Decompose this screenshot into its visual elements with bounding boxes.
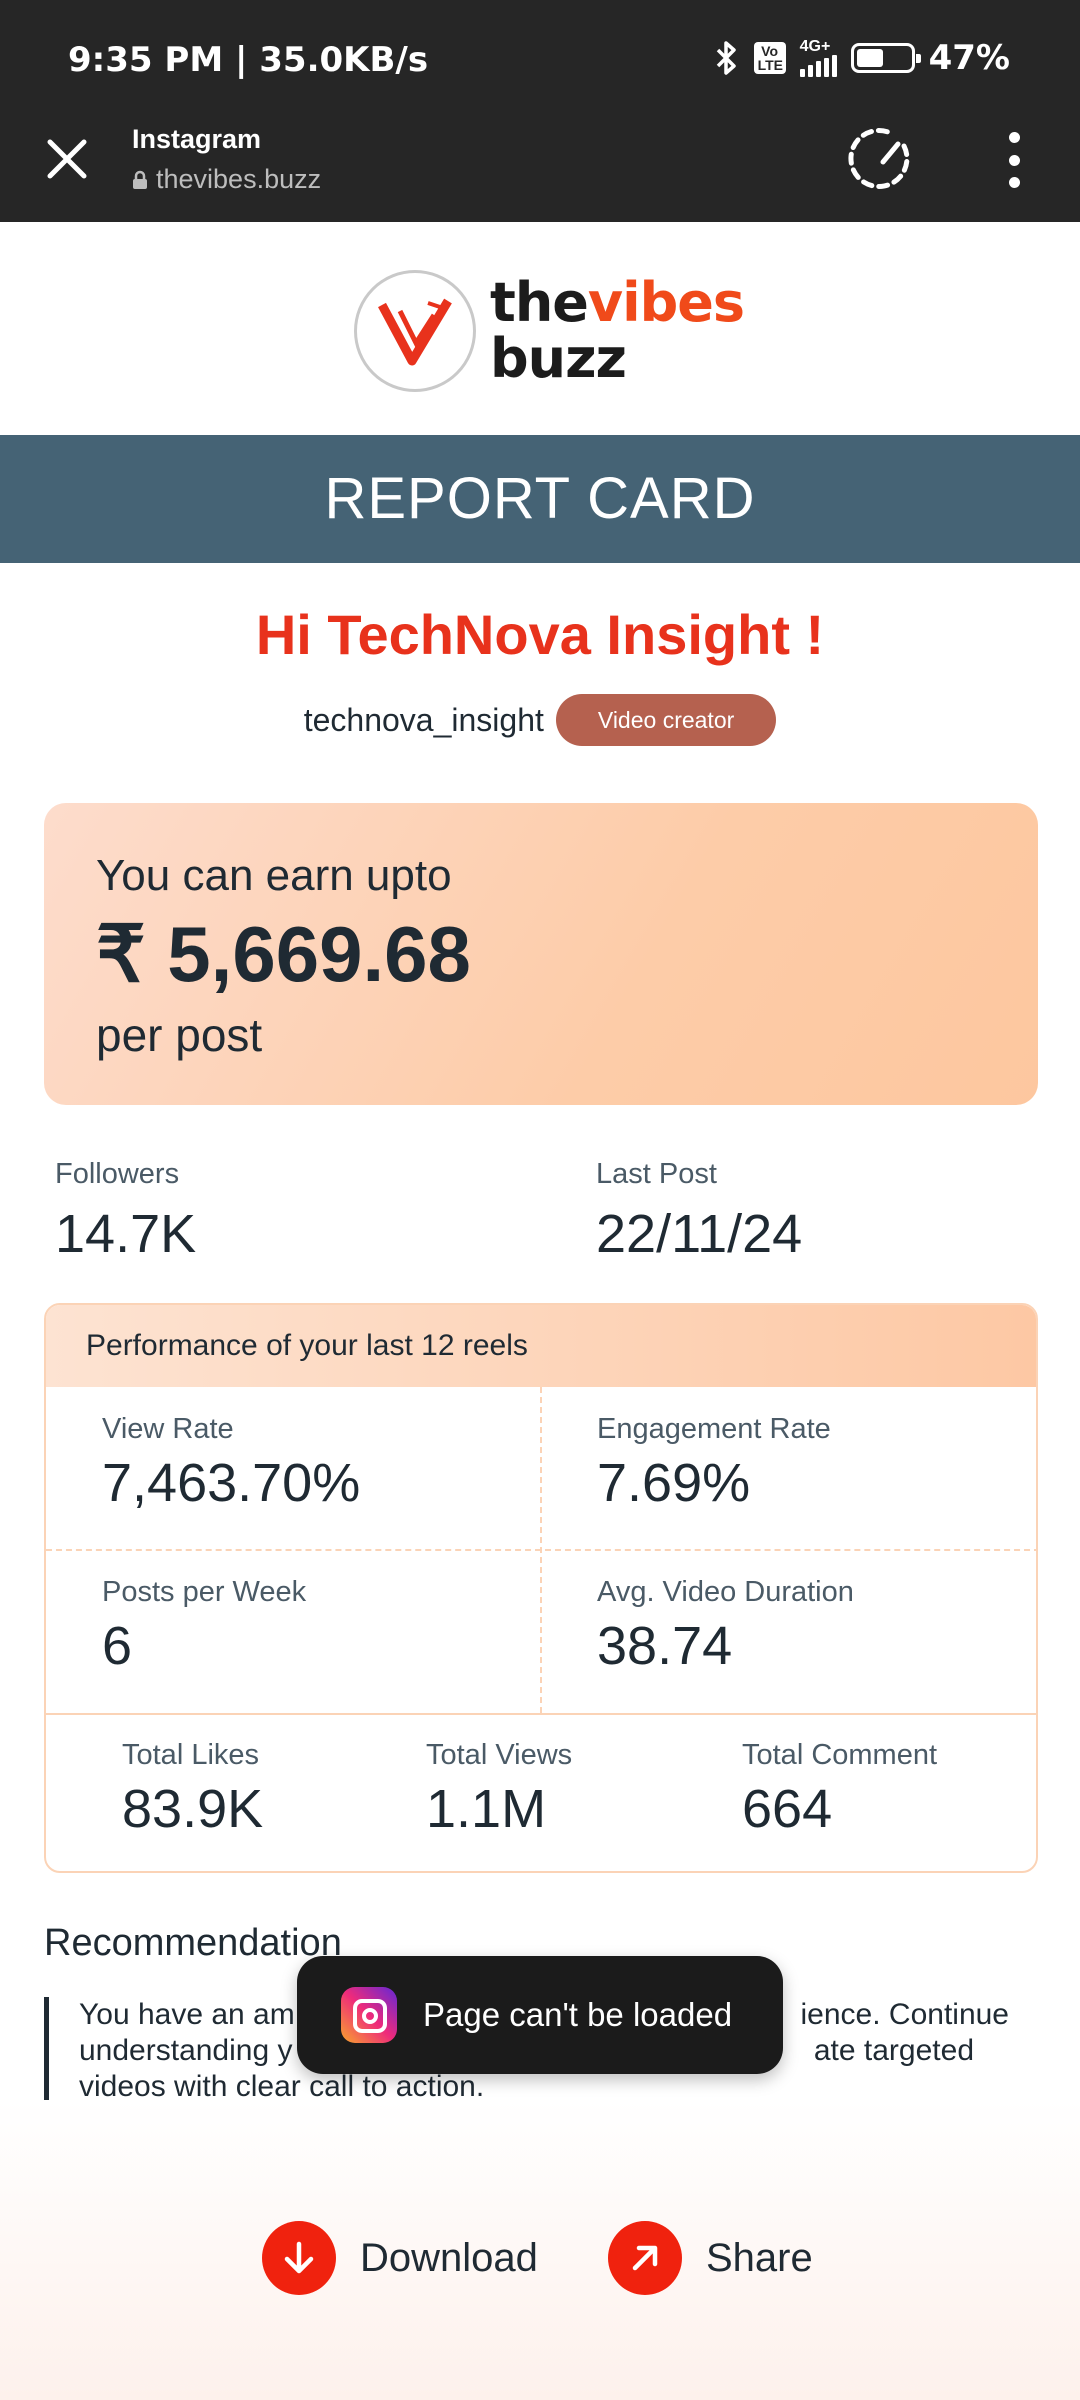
toast-message: Page can't be loaded: [423, 1996, 733, 2033]
arrow-up-right-icon: [608, 2221, 682, 2295]
download-button[interactable]: Download: [262, 2221, 538, 2295]
status-bar: 9:35 PM | 35.0KB/s Vo LTE 4G+ 47%: [0, 0, 1080, 124]
battery-percent: 47%: [928, 38, 1010, 78]
performance-panel: Performance of your last 12 reels View R…: [44, 1303, 1038, 1873]
greeting-title: Hi TechNova Insight !: [255, 603, 825, 666]
recommendation-title: Recommendation: [44, 1922, 342, 1964]
signal-icon: [799, 55, 837, 77]
network-label: 4G+: [799, 38, 831, 55]
status-icons: Vo LTE 4G+ 47%: [714, 38, 1010, 78]
brand-logo: thevibes buzz: [354, 270, 745, 392]
volte-icon: Vo LTE: [753, 42, 786, 74]
last-post-stat: Last Post 22/11/24: [596, 1158, 803, 1264]
download-label: Download: [360, 2235, 538, 2280]
total-views-stat: Total Views 1.1M: [426, 1739, 573, 1839]
posts-per-week-stat: Posts per Week 6: [102, 1576, 307, 1676]
error-toast: Page can't be loaded: [297, 1956, 783, 2074]
lock-icon: [133, 170, 147, 189]
share-label: Share: [706, 2235, 813, 2280]
engagement-rate-stat: Engagement Rate 7.69%: [597, 1413, 831, 1513]
username: technova_insight: [303, 701, 544, 738]
close-icon[interactable]: [40, 132, 94, 186]
battery-icon: [850, 43, 921, 73]
status-time: 9:35 PM | 35.0KB/s: [68, 40, 429, 80]
share-button[interactable]: Share: [608, 2221, 813, 2295]
total-likes-stat: Total Likes 83.9K: [122, 1739, 264, 1839]
performance-grid: View Rate 7,463.70% Engagement Rate 7.69…: [46, 1387, 1036, 1713]
total-comments-stat: Total Comment 664: [742, 1739, 938, 1839]
user-row: technova_insight Video creator: [0, 694, 1080, 746]
arrow-down-icon: [262, 2221, 336, 2295]
bluetooth-icon: [716, 41, 736, 75]
view-rate-stat: View Rate 7,463.70%: [102, 1413, 361, 1513]
logo-mark: [354, 270, 476, 392]
followers-stat: Followers 14.7K: [55, 1158, 197, 1264]
performance-heading: Performance of your last 12 reels: [46, 1305, 1036, 1387]
site-url-row[interactable]: thevibes.buzz: [132, 164, 321, 195]
site-url: thevibes.buzz: [156, 164, 322, 194]
earn-value: ₹ 5,669.68: [96, 910, 471, 998]
more-vert-icon[interactable]: [996, 132, 1032, 188]
instagram-icon: [341, 1987, 397, 2043]
performance-totals: Total Likes 83.9K Total Views 1.1M Total…: [46, 1713, 1036, 1871]
earn-label: You can earn upto: [96, 851, 452, 900]
earn-unit: per post: [96, 1009, 263, 1061]
logo-text: thevibes buzz: [490, 271, 745, 390]
avg-duration-stat: Avg. Video Duration 38.74: [597, 1576, 854, 1676]
earnings-card: You can earn upto ₹ 5,669.68 per post: [44, 803, 1038, 1105]
speedometer-icon[interactable]: [848, 124, 918, 194]
creator-badge: Video creator: [555, 694, 777, 746]
browser-header: Instagram thevibes.buzz: [0, 124, 1080, 222]
bottom-area: [0, 2100, 1080, 2400]
report-card-banner: REPORT CARD: [0, 435, 1080, 563]
site-title: Instagram: [132, 124, 262, 154]
